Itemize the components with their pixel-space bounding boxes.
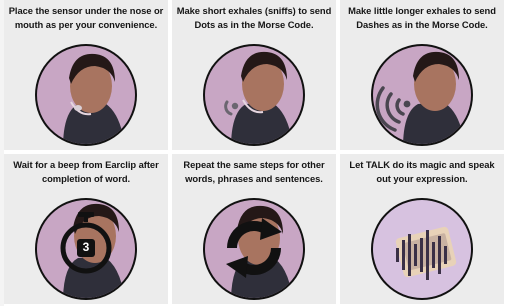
step-2-illustration	[201, 42, 307, 148]
stopwatch-icon: 3	[58, 212, 114, 274]
step-1-illustration	[33, 42, 139, 148]
step-6-caption: Let TALK do its magic and speak out your…	[349, 159, 495, 184]
step-3-caption: Make little longer exhales to send Dashe…	[348, 5, 496, 30]
audio-waveform-icon	[394, 230, 452, 280]
step-panel-6: Let TALK do its magic and speak out your…	[340, 154, 504, 304]
step-3-illustration	[369, 42, 475, 148]
step-panel-4: Wait for a beep from Earclip after compl…	[4, 154, 168, 304]
step-4-caption: Wait for a beep from Earclip after compl…	[13, 159, 159, 184]
step-1-caption: Place the sensor under the nose or mouth…	[8, 5, 164, 30]
step-5-caption: Repeat the same steps for other words, p…	[183, 159, 325, 184]
repeat-arrows-icon	[220, 214, 288, 282]
stopwatch-value: 3	[82, 240, 90, 254]
instruction-grid: Place the sensor under the nose or mouth…	[4, 0, 504, 306]
step-panel-1: Place the sensor under the nose or mouth…	[4, 0, 168, 150]
step-panel-2: Make short exhales (sniffs) to send Dots…	[172, 0, 336, 150]
step-panel-3: Make little longer exhales to send Dashe…	[340, 0, 504, 150]
step-2-caption: Make short exhales (sniffs) to send Dots…	[176, 5, 332, 30]
step-panel-5: Repeat the same steps for other words, p…	[172, 154, 336, 304]
